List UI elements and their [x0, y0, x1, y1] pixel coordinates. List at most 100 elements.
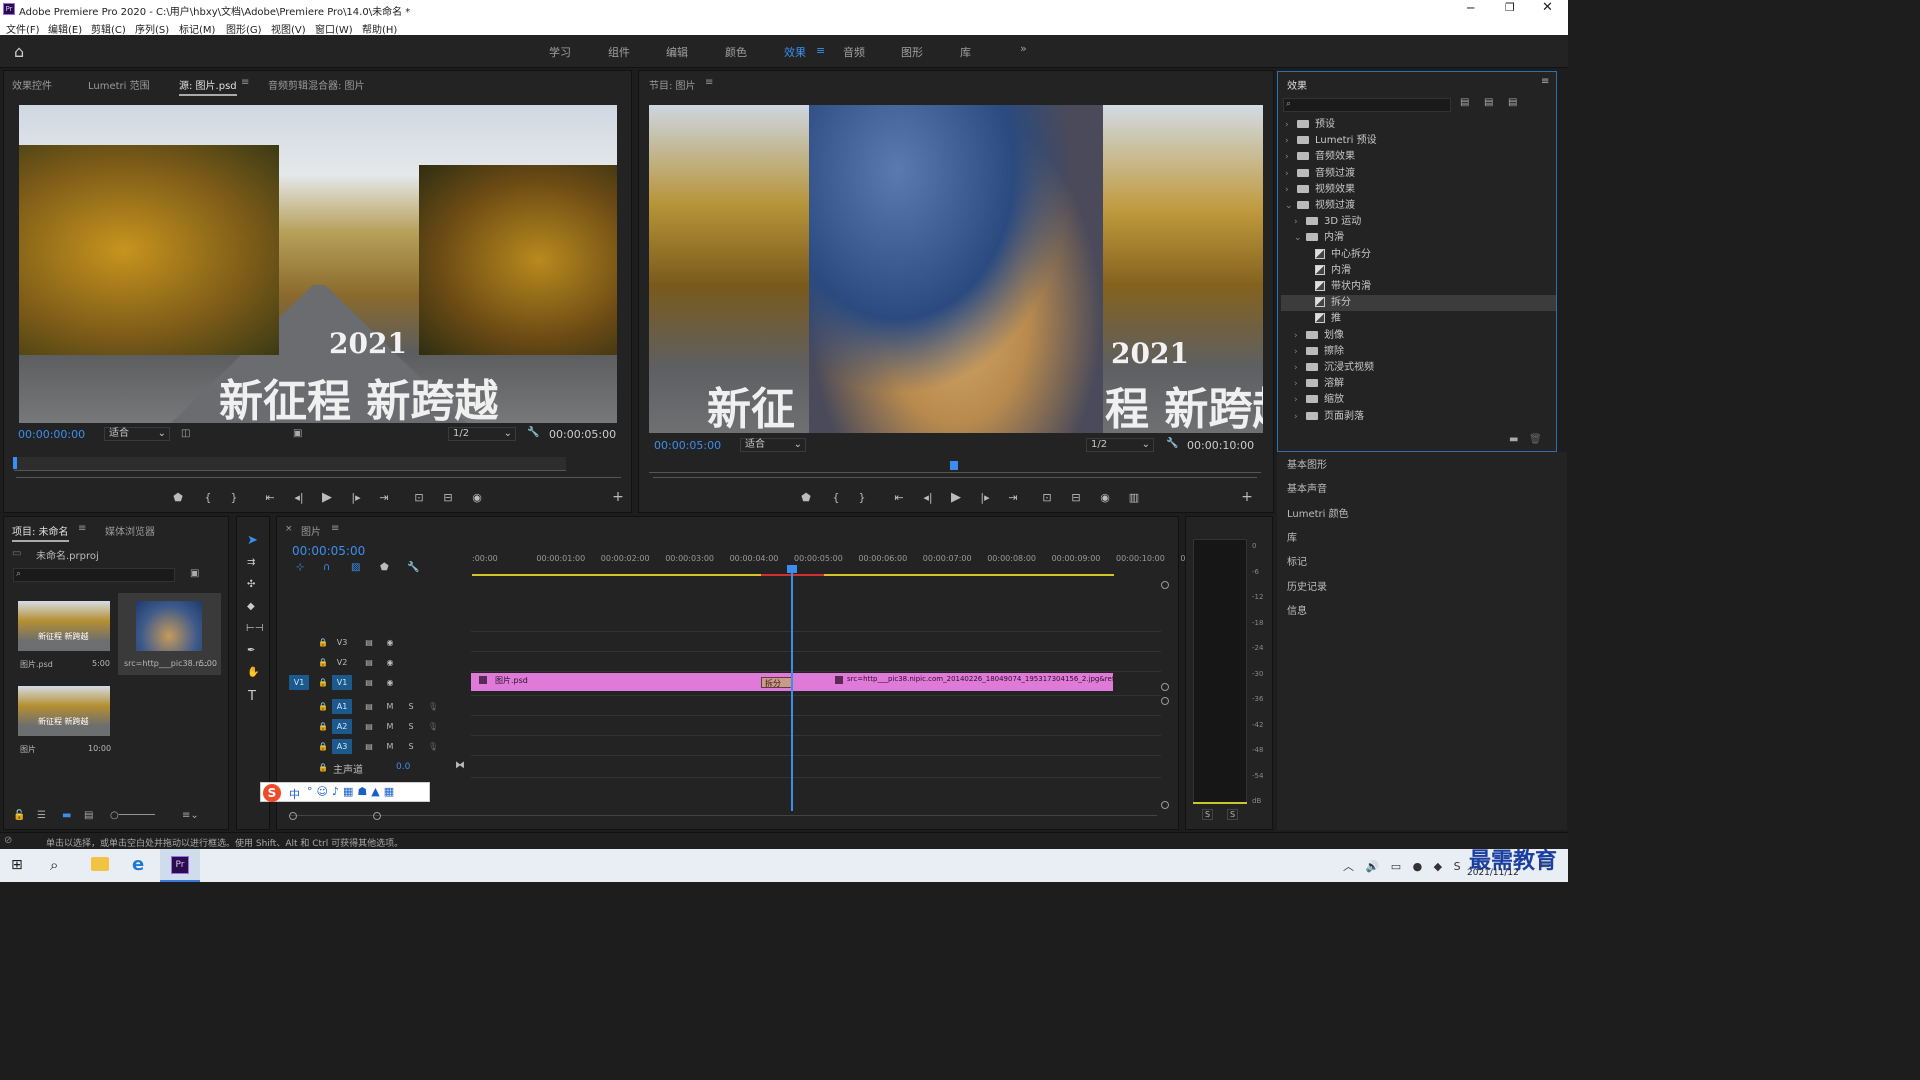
effects-tree-item[interactable]: › 缩放 — [1281, 392, 1556, 408]
mute-button[interactable]: M — [380, 719, 400, 734]
project-search-input[interactable]: ⌕ — [13, 568, 175, 582]
workspace-tab-editing[interactable]: 编辑 — [666, 44, 688, 60]
program-zoom-bar[interactable] — [653, 477, 1257, 478]
tab-audio-clip-mixer[interactable]: 音频剪辑混合器: 图片 — [268, 77, 365, 92]
program-video-frame[interactable]: 新征 2021 程 新跨越 — [649, 105, 1263, 433]
tray-icons[interactable]: ︿ 🔊 ▭ ● ◆ S — [1343, 858, 1465, 874]
new-bin-icon[interactable]: ▬ — [1509, 434, 1518, 445]
timeline-playhead[interactable] — [791, 565, 793, 811]
menu-file[interactable]: 文件(F) — [6, 21, 40, 36]
panel-markers[interactable]: 标记 — [1287, 553, 1307, 568]
eye-icon[interactable]: ◉ — [380, 635, 400, 650]
effects-tree-item[interactable]: › 视频效果 — [1281, 182, 1556, 198]
panel-menu-icon[interactable]: ≡ — [1541, 76, 1549, 87]
mute-button[interactable]: M — [380, 699, 400, 714]
new-search-bin-icon[interactable]: ▣ — [190, 568, 199, 579]
timeline-settings-icon[interactable]: 🔧 — [407, 562, 419, 573]
razor-tool-icon[interactable]: ◆ — [247, 601, 255, 612]
tab-sequence[interactable]: 图片 — [301, 523, 321, 538]
source-resolution-dropdown[interactable]: 1/2 ⌄ — [448, 427, 516, 441]
program-playhead[interactable] — [950, 461, 958, 470]
master-toggle-icon[interactable]: ⧓ — [455, 760, 465, 771]
effects-tree-item[interactable]: ⌄ 视频过渡 — [1281, 198, 1556, 214]
search-icon[interactable]: ⌕ — [50, 856, 58, 874]
go-to-in-icon[interactable]: ⇤ — [891, 491, 907, 504]
slip-tool-icon[interactable]: ⊢⊣ — [246, 623, 263, 634]
sync-lock-icon[interactable]: ▤ — [359, 699, 379, 714]
mic-icon[interactable]: 🎙 — [423, 719, 443, 734]
source-video-frame[interactable]: 2021 新征程 新跨越 — [19, 105, 617, 423]
sync-lock-icon[interactable]: ▤ — [359, 635, 379, 650]
menu-edit[interactable]: 编辑(E) — [48, 21, 82, 36]
nest-icon[interactable]: ⊹ — [296, 562, 304, 573]
close-button[interactable]: ✕ — [1542, 0, 1553, 15]
lock-icon[interactable]: 🔒 — [313, 655, 333, 670]
clip-image-psd[interactable]: 图片.psd — [471, 673, 793, 691]
go-to-out-icon[interactable]: ⇥ — [376, 491, 392, 504]
mic-icon[interactable]: 🎙 — [423, 699, 443, 714]
panel-info[interactable]: 信息 — [1287, 602, 1307, 617]
source-patch-v1[interactable]: V1 — [289, 675, 309, 690]
tab-lumetri-scopes[interactable]: Lumetri 范围 — [88, 77, 150, 92]
effects-tree-item[interactable]: › 3D 运动 — [1281, 214, 1556, 230]
panel-menu-icon[interactable]: ≡ — [331, 523, 339, 534]
menu-graphics[interactable]: 图形(G) — [226, 21, 262, 36]
track-select-tool-icon[interactable]: ⇉ — [247, 557, 255, 568]
track-name[interactable]: A3 — [332, 739, 352, 754]
eye-icon[interactable]: ◉ — [380, 655, 400, 670]
project-item-thumb[interactable] — [136, 601, 202, 651]
effects-tree-item[interactable]: 带状内滑 — [1281, 279, 1556, 295]
play-icon[interactable]: ▶ — [319, 490, 335, 505]
effects-search-input[interactable]: ⌕ — [1283, 98, 1451, 112]
effects-tree-item[interactable]: › 音频过渡 — [1281, 166, 1556, 182]
accelerated-effects-icon[interactable]: ▤ — [1460, 97, 1469, 108]
panel-menu-icon[interactable]: ≡ — [78, 523, 86, 534]
lock-icon[interactable]: 🔒 — [313, 675, 333, 690]
scroll-handle[interactable] — [1161, 581, 1169, 589]
maximize-button[interactable]: ❐ — [1505, 1, 1515, 14]
pen-tool-icon[interactable]: ✒ — [247, 645, 255, 656]
workspace-tab-audio[interactable]: 音频 — [843, 44, 865, 60]
menu-help[interactable]: 帮助(H) — [362, 21, 397, 36]
sync-lock-icon[interactable]: ▤ — [359, 655, 379, 670]
chevron-right-icon[interactable]: › — [1294, 328, 1306, 344]
overwrite-icon[interactable]: ⊟ — [440, 491, 456, 504]
effects-tree-item[interactable]: › 沉浸式视频 — [1281, 360, 1556, 376]
premiere-taskbar-icon[interactable]: Pr — [160, 849, 200, 882]
solo-right-button[interactable]: S — [1227, 809, 1239, 820]
notification-icon[interactable]: ▭ — [1540, 858, 1550, 871]
type-tool-icon[interactable]: T — [248, 689, 256, 704]
step-forward-icon[interactable]: |▸ — [348, 491, 364, 504]
scroll-handle[interactable] — [1161, 683, 1169, 691]
workspace-menu-icon[interactable]: ≡ — [816, 44, 825, 57]
effects-tree-item[interactable]: › 溶解 — [1281, 376, 1556, 392]
tab-project[interactable]: 项目: 未命名 — [12, 523, 69, 542]
lock-icon[interactable]: 🔓 — [13, 810, 25, 821]
minimize-button[interactable]: ─ — [1467, 1, 1474, 15]
effects-tree-item[interactable]: › 音频效果 — [1281, 149, 1556, 165]
file-explorer-icon[interactable] — [91, 857, 109, 871]
settings-wrench-icon[interactable]: 🔧 — [527, 427, 539, 438]
chevron-right-icon[interactable]: › — [1294, 214, 1306, 230]
horizontal-zoom-scrollbar[interactable] — [289, 815, 1157, 816]
selection-tool-icon[interactable]: ➤ — [247, 533, 258, 548]
source-playhead[interactable] — [13, 457, 17, 469]
add-button-icon[interactable]: + — [1239, 489, 1255, 505]
effects-tree-item[interactable]: › Lumetri 预设 — [1281, 133, 1556, 149]
scroll-handle[interactable] — [1161, 801, 1169, 809]
lock-icon[interactable]: 🔒 — [313, 760, 333, 775]
program-resolution-dropdown[interactable]: 1/2 ⌄ — [1086, 438, 1154, 452]
chevron-right-icon[interactable]: › — [1285, 133, 1297, 149]
effects-tree-item[interactable]: 拆分 — [1281, 295, 1556, 312]
add-marker-icon[interactable]: ⬟ — [380, 562, 389, 573]
chevron-right-icon[interactable]: › — [1285, 117, 1297, 133]
go-to-out-icon[interactable]: ⇥ — [1005, 491, 1021, 504]
snap-icon[interactable]: ∩ — [323, 562, 330, 573]
clip-sky-jpg[interactable]: src=http___pic38.nipic.com_20140226_1804… — [793, 673, 1113, 691]
ime-toolbar[interactable]: S 中 °☺♪▦☗▲▦ — [260, 782, 430, 802]
32bit-effects-icon[interactable]: ▤ — [1484, 97, 1493, 108]
panel-libraries[interactable]: 库 — [1287, 529, 1297, 544]
time-ruler[interactable]: :00:00 00:00:01:00 00:00:02:00 00:00:03:00 0… — [472, 554, 1185, 568]
panel-lumetri-color[interactable]: Lumetri 颜色 — [1287, 505, 1349, 520]
effects-tree-item[interactable]: 中心拆分 — [1281, 247, 1556, 263]
